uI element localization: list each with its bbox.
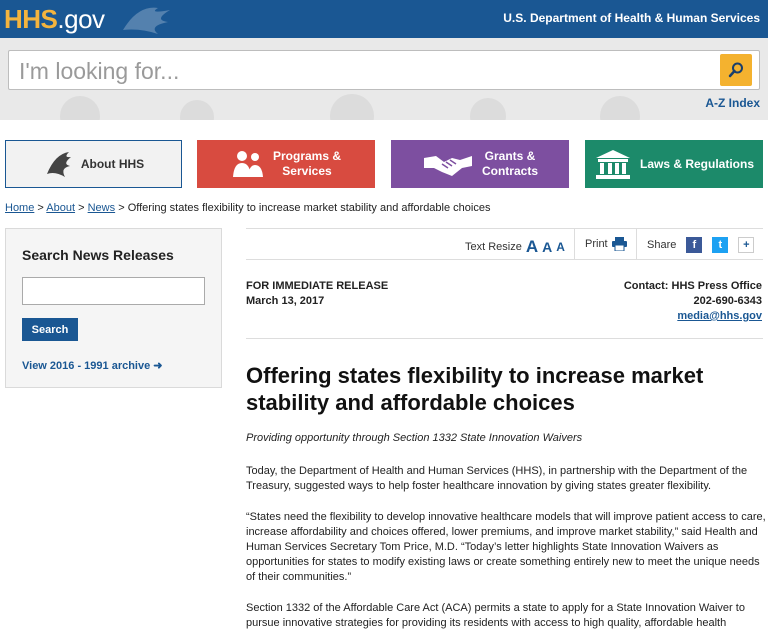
people-icon [232,151,263,177]
logo-gov: .gov [57,4,105,34]
article-paragraph: Today, the Department of Health and Huma… [246,465,748,492]
breadcrumb: Home > About > News > Offering states fl… [5,202,490,214]
text-size-small-button[interactable]: A [556,240,565,254]
nav-programs-line1: Programs & [272,149,342,163]
news-search-sidebar: Search News Releases Search View 2016 - … [5,228,222,388]
print-icon [611,237,627,251]
article-subhead: Providing opportunity through Section 13… [246,432,583,444]
eagle-watermark-icon [123,7,170,34]
site-search-input[interactable]: I'm looking for... [8,50,760,90]
contact-info: Contact: HHS Press Office 202-690-6343 m… [624,279,762,324]
nav-programs-label: Programs & Services [273,149,341,179]
logo-hhs: HHS [4,4,58,34]
decorative-circle [60,96,100,120]
breadcrumb-home[interactable]: Home [5,202,34,214]
print-button[interactable]: Print [585,237,627,251]
contact-label: Contact: HHS Press Office [623,280,762,292]
hhs-logo[interactable]: HHS.gov [4,4,105,34]
article-paragraph: Section 1332 of the Affordable Care Act … [246,602,745,629]
nav-laws-label: Laws & Regulations [639,156,755,171]
az-index-link[interactable]: A-Z Index [705,96,760,110]
divider [246,338,763,339]
nav-laws-regulations[interactable]: Laws & Regulations [585,140,763,188]
nav-grants-line2: Contracts [481,164,538,178]
archive-link[interactable]: View 2016 - 1991 archive ➜ [22,359,163,372]
release-info: FOR IMMEDIATE RELEASE March 13, 2017 [246,279,388,309]
contact-email-link[interactable]: media@hhs.gov [677,310,762,322]
building-icon [595,150,630,179]
release-date: March 13, 2017 [246,295,325,307]
arrow-right-icon: ➜ [153,360,163,372]
twitter-icon[interactable]: t [712,237,729,253]
search-band: I'm looking for... A-Z Index [0,38,768,120]
print-label: Print [585,238,608,250]
search-icon [728,62,743,78]
breadcrumb-about[interactable]: About [46,202,75,214]
department-link[interactable]: U.S. Department of Health & Human Servic… [503,11,760,25]
nav-grants-label: Grants & Contracts [482,149,538,179]
nav-about-label: About HHS [80,156,145,171]
decorative-circle [470,98,506,120]
breadcrumb-separator: > [78,202,85,214]
news-search-button[interactable]: Search [22,318,78,341]
nav-grants-line1: Grants & [484,149,536,163]
nav-programs-services[interactable]: Programs & Services [197,140,375,188]
handshake-icon [423,156,472,176]
nav-programs-line2: Services [282,164,332,178]
share-more-button[interactable]: + [738,237,755,253]
decorative-circle [330,94,374,120]
breadcrumb-current: Offering states flexibility to increase … [127,202,491,214]
article-headline: Offering states flexibility to increase … [246,363,704,415]
archive-label: View 2016 - 1991 archive [22,360,151,372]
text-size-large-button[interactable]: A [526,237,538,257]
search-placeholder: I'm looking for... [19,58,180,84]
breadcrumb-separator: > [118,202,125,214]
nav-about-hhs[interactable]: About HHS [5,140,182,188]
facebook-icon[interactable]: f [686,237,703,253]
article-toolbar: Text Resize A A A Print Share f t + [246,228,763,260]
toolbar-divider [636,229,637,259]
article-paragraph: “States need the flexibility to develop … [246,511,766,583]
decorative-circle [180,100,214,120]
site-header: HHS.gov U.S. Department of Health & Huma… [0,0,768,38]
search-button[interactable] [720,54,752,86]
news-search-input[interactable] [22,277,205,305]
nav-grants-contracts[interactable]: Grants & Contracts [391,140,569,188]
decorative-circle [600,96,640,120]
release-label: FOR IMMEDIATE RELEASE [246,280,389,292]
contact-phone: 202-690-6343 [693,295,762,307]
share-label: Share [647,239,677,251]
toolbar-divider [574,229,575,259]
text-size-medium-button[interactable]: A [542,239,552,255]
text-resize-label: Text Resize [465,241,522,253]
breadcrumb-separator: > [37,202,44,214]
text-resize-control: Text Resize A A A [465,237,565,257]
sidebar-title: Search News Releases [22,247,174,263]
breadcrumb-news[interactable]: News [88,202,116,214]
share-controls: Share f t + [647,237,755,253]
eagle-icon [46,152,71,177]
